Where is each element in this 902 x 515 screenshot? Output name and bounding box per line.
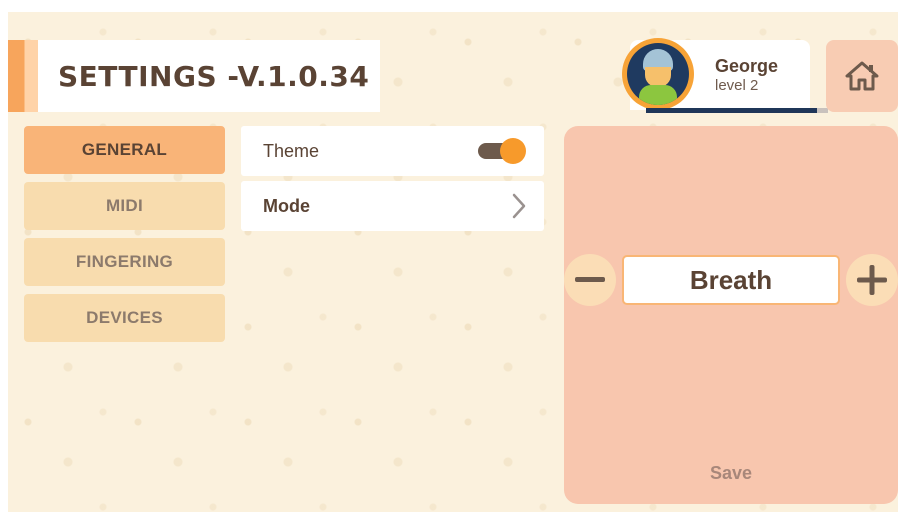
theme-toggle[interactable] bbox=[478, 138, 526, 164]
theme-setting-row: Theme bbox=[241, 126, 544, 176]
mode-panel: Breath Save bbox=[564, 126, 898, 504]
level-progress-bar bbox=[646, 108, 828, 113]
mode-value-display: Breath bbox=[622, 255, 840, 305]
mode-label: Mode bbox=[263, 195, 310, 216]
mode-setting-row[interactable]: Mode bbox=[241, 181, 544, 231]
user-name: George bbox=[715, 56, 779, 76]
menu-item-midi[interactable]: MIDI bbox=[24, 182, 225, 230]
page-header: SETTINGS -V.1.0.34 bbox=[38, 40, 380, 112]
minus-icon bbox=[575, 277, 605, 282]
menu-item-general[interactable]: GENERAL bbox=[24, 126, 225, 174]
home-icon bbox=[845, 61, 879, 91]
menu-item-devices[interactable]: DEVICES bbox=[24, 294, 225, 342]
avatar[interactable] bbox=[622, 38, 694, 110]
theme-label: Theme bbox=[263, 140, 320, 161]
title-accent-bar bbox=[8, 40, 38, 112]
app-screen: SETTINGS -V.1.0.34 George level 2 GENERA… bbox=[8, 12, 898, 512]
decrement-button[interactable] bbox=[564, 254, 616, 306]
save-button[interactable]: Save bbox=[681, 460, 781, 486]
menu-item-fingering[interactable]: FINGERING bbox=[24, 238, 225, 286]
level-progress-fill bbox=[646, 108, 818, 113]
user-level: level 2 bbox=[715, 77, 759, 94]
increment-button[interactable] bbox=[846, 254, 898, 306]
plus-icon bbox=[857, 265, 887, 295]
page-title: SETTINGS -V.1.0.34 bbox=[58, 59, 370, 93]
avatar-image bbox=[627, 43, 689, 105]
chevron-right-icon bbox=[512, 193, 526, 219]
home-button[interactable] bbox=[826, 40, 898, 112]
user-profile-card[interactable]: George level 2 bbox=[622, 38, 828, 113]
